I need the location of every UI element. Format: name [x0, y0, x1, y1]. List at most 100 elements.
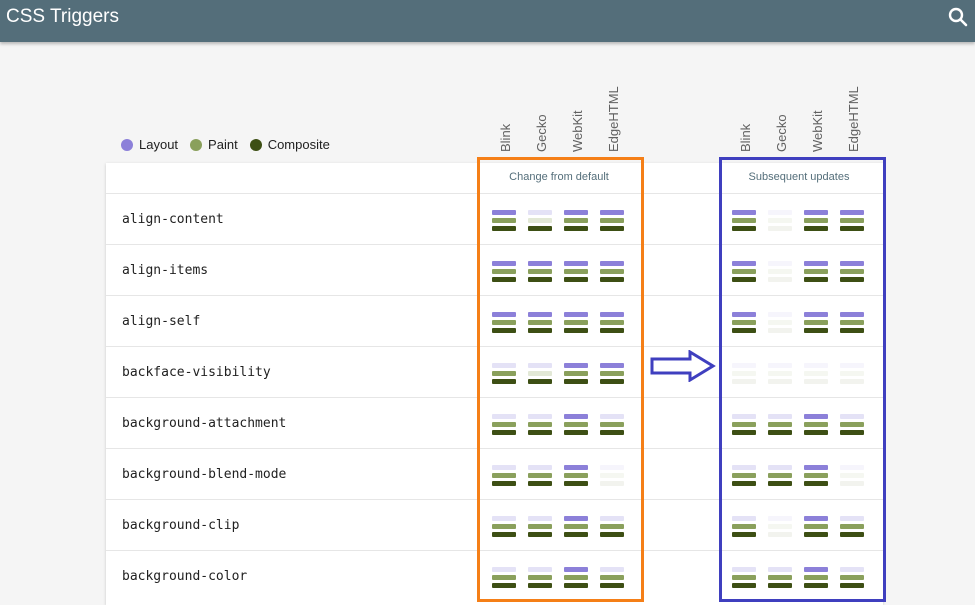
app-title: CSS Triggers [6, 6, 119, 27]
legend-label: Paint [208, 137, 238, 152]
trigger-indicator-webkit [804, 363, 828, 385]
composite-bar [600, 277, 624, 282]
composite-bar [528, 379, 552, 384]
property-name[interactable]: align-content [122, 212, 224, 227]
group-header-change: Change from default [509, 171, 609, 183]
paint-bar [804, 320, 828, 325]
composite-bar [564, 532, 588, 537]
paint-bar [804, 218, 828, 223]
composite-bar [840, 481, 864, 486]
composite-bar [804, 481, 828, 486]
composite-bar [768, 481, 792, 486]
paint-bar [840, 371, 864, 376]
property-name[interactable]: align-self [122, 314, 200, 329]
table-row[interactable]: align-content [106, 193, 883, 244]
layout-bar [840, 363, 864, 368]
composite-bar [840, 583, 864, 588]
layout-bar [528, 516, 552, 521]
property-name[interactable]: background-blend-mode [122, 467, 286, 482]
layout-bar [492, 516, 516, 521]
paint-bar [768, 422, 792, 427]
composite-bar [840, 430, 864, 435]
search-button[interactable] [946, 5, 972, 31]
composite-bar [600, 583, 624, 588]
paint-bar [564, 218, 588, 223]
property-name[interactable]: align-items [122, 263, 208, 278]
composite-bar [528, 583, 552, 588]
composite-bar [564, 328, 588, 333]
layout-bar [804, 312, 828, 317]
search-icon[interactable] [946, 5, 972, 31]
composite-bar [564, 481, 588, 486]
trigger-indicator-blink [732, 210, 756, 232]
paint-bar [804, 524, 828, 529]
composite-bar [804, 532, 828, 537]
trigger-indicator-gecko [528, 210, 552, 232]
paint-bar [768, 320, 792, 325]
paint-bar [528, 575, 552, 580]
paint-bar [492, 575, 516, 580]
layout-bar [600, 516, 624, 521]
table-row[interactable]: align-items [106, 244, 883, 295]
composite-bar [840, 226, 864, 231]
layout-bar [804, 363, 828, 368]
paint-bar [768, 473, 792, 478]
layout-bar [528, 567, 552, 572]
table-row[interactable]: background-color [106, 550, 883, 601]
composite-bar [564, 583, 588, 588]
paint-bar [564, 269, 588, 274]
composite-bar [804, 430, 828, 435]
trigger-indicator-gecko [768, 414, 792, 436]
table-row[interactable]: background-clip [106, 499, 883, 550]
trigger-indicator-gecko [768, 312, 792, 334]
table-row[interactable]: background-blend-mode [106, 448, 883, 499]
group-header-subsequent: Subsequent updates [748, 171, 850, 183]
engine-header-webkit: WebKit [570, 110, 585, 152]
paint-bar [492, 269, 516, 274]
engine-header-blink: Blink [738, 123, 753, 152]
paint-bar [732, 218, 756, 223]
paint-bar [564, 473, 588, 478]
trigger-indicator-blink [492, 210, 516, 232]
layout-bar [600, 363, 624, 368]
table-row[interactable]: align-self [106, 295, 883, 346]
layout-bar [564, 210, 588, 215]
table-row[interactable]: background-attachment [106, 397, 883, 448]
composite-dot-icon [249, 138, 262, 151]
composite-bar [600, 532, 624, 537]
composite-bar [492, 532, 516, 537]
composite-bar [768, 430, 792, 435]
trigger-indicator-edgehtml [840, 414, 864, 436]
layout-bar [768, 414, 792, 419]
layout-bar [768, 210, 792, 215]
table-row[interactable]: backface-visibility [106, 346, 883, 397]
paint-bar [600, 371, 624, 376]
property-name[interactable]: background-clip [122, 518, 239, 533]
layout-bar [732, 516, 756, 521]
trigger-indicator-blink [492, 261, 516, 283]
composite-bar [840, 532, 864, 537]
layout-bar [768, 261, 792, 266]
layout-bar [600, 567, 624, 572]
paint-bar [564, 320, 588, 325]
layout-bar [840, 465, 864, 470]
property-name[interactable]: background-color [122, 569, 247, 584]
engine-header-edgehtml: EdgeHTML [606, 86, 621, 152]
trigger-indicator-webkit [804, 414, 828, 436]
layout-bar [492, 567, 516, 572]
paint-bar [768, 575, 792, 580]
paint-bar [528, 320, 552, 325]
property-name[interactable]: backface-visibility [122, 365, 271, 380]
composite-bar [564, 379, 588, 384]
trigger-indicator-gecko [528, 465, 552, 487]
legend-label: Layout [139, 137, 179, 152]
layout-bar [528, 261, 552, 266]
property-name[interactable]: background-attachment [122, 416, 286, 431]
layout-bar [564, 363, 588, 368]
paint-bar [564, 371, 588, 376]
trigger-indicator-edgehtml [840, 465, 864, 487]
composite-bar [492, 277, 516, 282]
trigger-indicator-blink [732, 261, 756, 283]
layout-bar [528, 414, 552, 419]
trigger-indicator-gecko [528, 516, 552, 538]
